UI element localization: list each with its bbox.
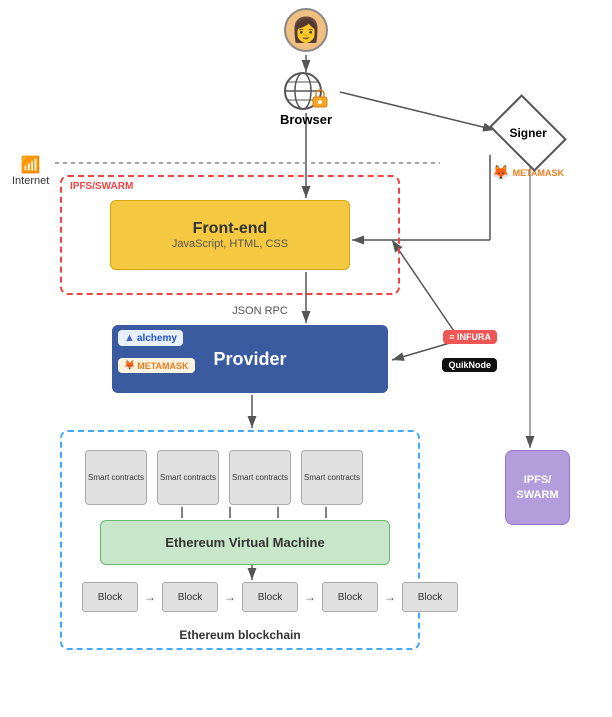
evm-label: Ethereum Virtual Machine (165, 535, 324, 550)
user-avatar: 👩 (284, 8, 328, 52)
ipfs-swarm-cylinder: IPFS/ SWARM (505, 450, 570, 525)
quicknode-badge: QuikNode (442, 358, 497, 372)
frontend-box: Front-end JavaScript, HTML, CSS (110, 200, 350, 270)
smart-contracts-row: Smart contracts Smart contracts Smart co… (85, 450, 363, 505)
block-arrow-4: → (384, 590, 396, 604)
frontend-subtitle: JavaScript, HTML, CSS (172, 238, 288, 250)
ipfs-swarm-right: IPFS/ SWARM (505, 450, 570, 525)
provider-label: Provider (213, 349, 286, 370)
browser-box: Browser (280, 70, 332, 127)
internet-label: 📶 Internet (12, 155, 49, 187)
diagram: 👩 Browser 📶 Internet Signe (0, 0, 612, 717)
metamask-provider-badge: 🦊 METAMASK (118, 358, 195, 373)
block-1: Block (82, 582, 138, 612)
browser-label: Browser (280, 112, 332, 127)
infura-badge: ≡ INFURA (443, 330, 497, 344)
blocks-row: Block → Block → Block → Block → Block (82, 582, 458, 612)
smart-contract-4: Smart contracts (301, 450, 363, 505)
browser-icon (281, 70, 331, 110)
block-arrow-3: → (304, 590, 316, 604)
smart-contract-3: Smart contracts (229, 450, 291, 505)
evm-box: Ethereum Virtual Machine (100, 520, 390, 565)
block-3: Block (242, 582, 298, 612)
block-2: Block (162, 582, 218, 612)
smart-contract-2: Smart contracts (157, 450, 219, 505)
diamond-wrapper: Signer (493, 105, 563, 160)
ethereum-blockchain-label: Ethereum blockchain (179, 628, 300, 642)
block-arrow-1: → (144, 590, 156, 604)
smart-contract-1: Smart contracts (85, 450, 147, 505)
wifi-icon: 📶 (21, 155, 41, 175)
ipfs-swarm-top-label: IPFS/SWARM (70, 181, 133, 192)
alchemy-badge: ▲ alchemy (118, 330, 183, 346)
signer-diamond: Signer 🦊 METAMASK (492, 105, 564, 181)
block-4: Block (322, 582, 378, 612)
block-arrow-2: → (224, 590, 236, 604)
metamask-label: METAMASK (513, 168, 564, 178)
block-5: Block (402, 582, 458, 612)
frontend-title: Front-end (193, 220, 268, 238)
signer-diamond-label: Signer (509, 126, 546, 140)
json-rpc-label: JSON RPC (232, 305, 288, 317)
avatar-icon: 👩 (284, 8, 328, 52)
